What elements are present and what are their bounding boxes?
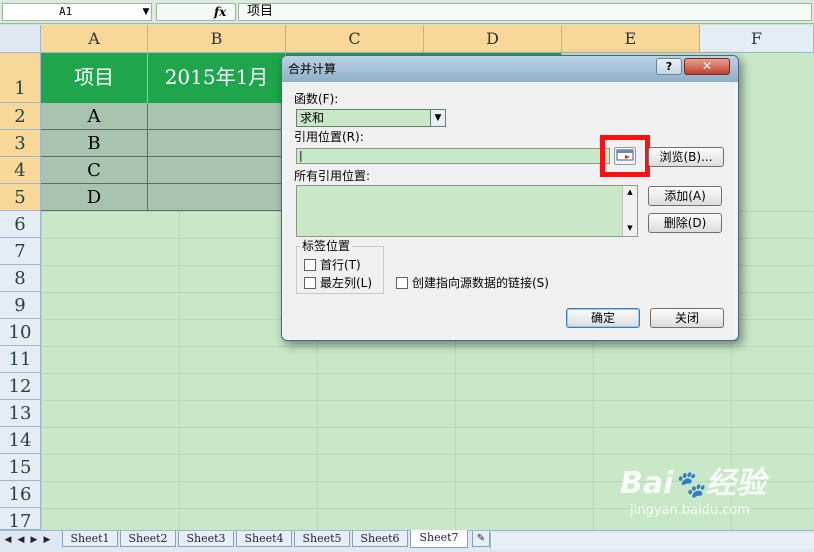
horizontal-scrollbar[interactable]: [490, 533, 814, 549]
column-header-f[interactable]: F: [700, 25, 814, 53]
prev-sheet-icon[interactable]: ◀: [15, 533, 27, 547]
reference-label: 引用位置(R):: [294, 130, 364, 144]
row-header-7[interactable]: 7: [0, 238, 41, 265]
row-header-16[interactable]: 16: [0, 481, 41, 508]
sheet-tab-3[interactable]: Sheet3: [178, 531, 234, 547]
sheet-tab-2[interactable]: Sheet2: [120, 531, 176, 547]
select-all-corner[interactable]: [0, 25, 41, 53]
first-sheet-icon[interactable]: ◀: [2, 533, 14, 547]
function-label: 函数(F):: [294, 92, 339, 106]
next-sheet-icon[interactable]: ▶: [28, 533, 40, 547]
cell-b1[interactable]: 2015年1月: [148, 53, 286, 103]
row-header-15[interactable]: 15: [0, 454, 41, 481]
row-header-11[interactable]: 11: [0, 346, 41, 373]
cell-a3[interactable]: B: [41, 130, 148, 157]
create-links-checkbox[interactable]: [396, 277, 408, 289]
last-sheet-icon[interactable]: ▶: [41, 533, 53, 547]
cell-a4[interactable]: C: [41, 157, 148, 184]
sheet-tab-1[interactable]: Sheet1: [62, 531, 118, 547]
column-header-a[interactable]: A: [41, 25, 148, 53]
function-select[interactable]: 求和: [296, 109, 446, 127]
row-header-17[interactable]: 17: [0, 508, 41, 532]
help-button[interactable]: ?: [656, 58, 682, 75]
sheet-tab-5[interactable]: Sheet5: [294, 531, 350, 547]
all-references-list[interactable]: [296, 185, 638, 237]
cell-b2[interactable]: [148, 103, 286, 130]
column-header-e[interactable]: E: [562, 25, 700, 53]
highlight-box: [600, 135, 650, 177]
row-header-14[interactable]: 14: [0, 427, 41, 454]
name-box-dropdown-icon[interactable]: ▼: [140, 4, 152, 20]
row-header-9[interactable]: 9: [0, 292, 41, 319]
column-header-c[interactable]: C: [286, 25, 424, 53]
close-icon[interactable]: ✕: [684, 58, 730, 75]
scroll-down-icon[interactable]: ▼: [623, 222, 637, 234]
watermark-logo: Bai🐾经验: [620, 466, 766, 501]
row-header-13[interactable]: 13: [0, 400, 41, 427]
row-header-8[interactable]: 8: [0, 265, 41, 292]
scroll-up-icon[interactable]: ▲: [623, 186, 637, 198]
first-row-checkbox[interactable]: [304, 259, 316, 271]
browse-button[interactable]: 浏览(B)...: [648, 147, 724, 167]
row-header-12[interactable]: 12: [0, 373, 41, 400]
label-position-title: 标签位置: [300, 239, 353, 253]
sheet-tab-7[interactable]: Sheet7: [410, 530, 468, 548]
cell-a2[interactable]: A: [41, 103, 148, 130]
list-scrollbar[interactable]: ▲ ▼: [622, 186, 637, 236]
close-button[interactable]: 关闭: [650, 308, 724, 328]
column-header-d[interactable]: D: [424, 25, 562, 53]
row-header-2[interactable]: 2: [0, 103, 41, 130]
cell-b3[interactable]: [148, 130, 286, 157]
create-links-label: 创建指向源数据的链接(S): [412, 276, 549, 290]
cell-b4[interactable]: [148, 157, 286, 184]
add-button[interactable]: 添加(A): [648, 186, 722, 206]
consolidate-dialog: 合并计算 ? ✕ 函数(F): 求和 ▼ 引用位置(R): | 浏览(B)...…: [281, 55, 739, 341]
cell-b5[interactable]: [148, 184, 286, 211]
insert-sheet-icon[interactable]: ✎: [472, 531, 490, 547]
ok-button[interactable]: 确定: [566, 308, 640, 328]
row-header-10[interactable]: 10: [0, 319, 41, 346]
formula-input[interactable]: 项目: [238, 3, 812, 21]
name-box[interactable]: A1: [2, 3, 152, 21]
reference-input[interactable]: |: [296, 148, 610, 164]
row-header-1[interactable]: 1: [0, 53, 41, 103]
left-column-label: 最左列(L): [320, 276, 373, 290]
first-row-label: 首行(T): [320, 258, 361, 272]
left-column-checkbox[interactable]: [304, 277, 316, 289]
row-header-4[interactable]: 4: [0, 157, 41, 184]
function-dropdown-icon[interactable]: ▼: [430, 110, 445, 126]
insert-function-icon[interactable]: fx: [214, 4, 232, 20]
row-header-3[interactable]: 3: [0, 130, 41, 157]
column-header-b[interactable]: B: [148, 25, 286, 53]
row-header-6[interactable]: 6: [0, 211, 41, 238]
cell-a1[interactable]: 项目: [41, 53, 148, 103]
row-header-5[interactable]: 5: [0, 184, 41, 211]
all-references-label: 所有引用位置:: [294, 169, 371, 183]
watermark: Bai🐾经验 jingyan.baidu.com: [620, 466, 810, 526]
cell-a5[interactable]: D: [41, 184, 148, 211]
delete-button[interactable]: 删除(D): [648, 213, 722, 233]
sheet-tab-4[interactable]: Sheet4: [236, 531, 292, 547]
watermark-url: jingyan.baidu.com: [630, 503, 750, 518]
dialog-title: 合并计算: [288, 62, 337, 76]
sheet-tab-6[interactable]: Sheet6: [352, 531, 408, 547]
